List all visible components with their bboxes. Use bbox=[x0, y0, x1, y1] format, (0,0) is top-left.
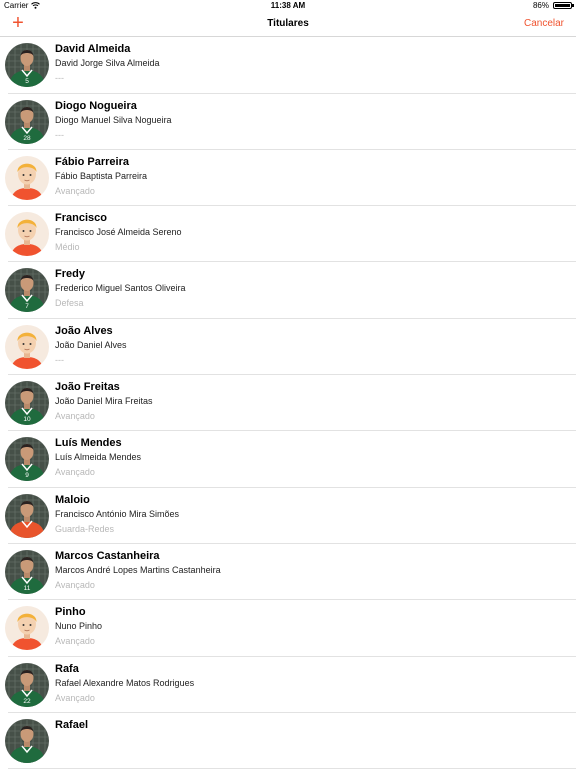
player-list: 15Cristiano Emanuel Pedroso PiresAvançad… bbox=[0, 0, 576, 769]
player-full-name: Frederico Miguel Santos Oliveira bbox=[55, 283, 186, 294]
svg-text:22: 22 bbox=[23, 698, 31, 705]
svg-text:11: 11 bbox=[24, 585, 31, 592]
svg-text:9: 9 bbox=[25, 472, 29, 479]
player-position: Avançado bbox=[55, 185, 95, 196]
player-photo: 5 bbox=[5, 43, 49, 88]
player-full-name: Francisco António Mira Simões bbox=[55, 508, 180, 519]
player-nickname: Fredy bbox=[55, 268, 85, 281]
player-full-name: Francisco José Almeida Sereno bbox=[55, 227, 182, 238]
player-full-name: David Jorge Silva Almeida bbox=[55, 58, 160, 69]
svg-text:10: 10 bbox=[23, 416, 31, 423]
player-full-name: João Daniel Mira Freitas bbox=[55, 396, 153, 407]
player-row[interactable]: 9 Luís Mendes Luís Almeida Mendes Avançado bbox=[0, 431, 576, 488]
player-row[interactable]: Francisco Francisco José Almeida Sereno Mé… bbox=[0, 206, 576, 263]
player-row[interactable]: 10 João Freitas João Daniel Mira Freitas Av… bbox=[0, 375, 576, 432]
player-nickname: Fábio Parreira bbox=[55, 155, 129, 168]
add-icon[interactable]: + bbox=[8, 13, 28, 34]
player-full-name: Luís Almeida Mendes bbox=[55, 452, 142, 463]
player-position: Avançado bbox=[55, 636, 95, 647]
player-position: --- bbox=[55, 354, 64, 365]
player-full-name: Nuno Pinho bbox=[55, 621, 103, 632]
player-photo: 28 bbox=[5, 99, 49, 144]
player-photo bbox=[5, 718, 49, 763]
player-position: --- bbox=[55, 73, 64, 84]
page-title: Titulares bbox=[267, 18, 309, 29]
player-row[interactable]: Fábio Parreira Fábio Baptista Parreira Ava… bbox=[0, 150, 576, 207]
player-row[interactable]: Rafael bbox=[0, 713, 576, 769]
player-nickname: Diogo Nogueira bbox=[55, 99, 137, 112]
status-bar: Carrier 11:38 AM 86% bbox=[0, 0, 576, 12]
player-row[interactable]: Pinho Nuno Pinho Avançado bbox=[0, 600, 576, 657]
player-photo: 7 bbox=[5, 268, 49, 313]
default-avatar-icon bbox=[5, 324, 49, 369]
player-full-name: Fábio Baptista Parreira bbox=[55, 170, 148, 181]
battery-group: 86% bbox=[532, 1, 574, 10]
player-nickname: Rafa bbox=[55, 662, 79, 675]
player-row[interactable]: 5 David Almeida David Jorge Silva Almeida -… bbox=[0, 37, 576, 94]
battery-percent: 86% bbox=[532, 1, 549, 10]
player-row[interactable]: 22 Rafa Rafael Alexandre Matos Rodrigues Av… bbox=[0, 657, 576, 713]
player-row[interactable]: 11 Marcos Castanheira Marcos André Lopes M… bbox=[0, 544, 576, 601]
player-photo: 10 bbox=[5, 381, 49, 426]
svg-text:28: 28 bbox=[23, 135, 31, 142]
navigation-bar: + Titulares Cancelar bbox=[0, 12, 576, 37]
player-photo: 22 bbox=[5, 662, 49, 707]
battery-icon bbox=[553, 2, 574, 9]
player-position: Guarda-Redes bbox=[55, 523, 115, 534]
player-position: Avançado bbox=[55, 692, 95, 703]
goalkeeper-photo bbox=[5, 493, 49, 538]
player-nickname: João Freitas bbox=[55, 381, 120, 394]
player-photo: 9 bbox=[5, 437, 49, 482]
default-avatar-icon bbox=[5, 212, 49, 257]
svg-text:5: 5 bbox=[25, 78, 29, 85]
player-nickname: Francisco bbox=[55, 212, 107, 225]
player-full-name: João Daniel Alves bbox=[55, 339, 127, 350]
player-position: Avançado bbox=[55, 411, 95, 422]
default-avatar-icon bbox=[5, 606, 49, 651]
player-nickname: David Almeida bbox=[55, 43, 131, 56]
player-nickname: Marcos Castanheira bbox=[55, 549, 160, 562]
player-row[interactable]: 28 Diogo Nogueira Diogo Manuel Silva Nogue… bbox=[0, 94, 576, 150]
default-avatar-icon bbox=[5, 155, 49, 200]
player-position: Avançado bbox=[55, 467, 95, 478]
player-nickname: Luís Mendes bbox=[55, 437, 122, 450]
player-position: --- bbox=[55, 129, 64, 140]
player-full-name: Rafael Alexandre Matos Rodrigues bbox=[55, 677, 195, 688]
player-position: Avançado bbox=[55, 579, 95, 590]
player-nickname: João Alves bbox=[55, 324, 113, 337]
player-position: Defesa bbox=[55, 298, 84, 309]
player-nickname: Pinho bbox=[55, 606, 86, 619]
svg-text:7: 7 bbox=[25, 303, 29, 310]
player-full-name: Marcos André Lopes Martins Castanheira bbox=[55, 564, 221, 575]
player-position: Médio bbox=[55, 242, 80, 253]
player-full-name: Diogo Manuel Silva Nogueira bbox=[55, 114, 172, 125]
clock: 11:38 AM bbox=[270, 1, 306, 10]
player-photo: 11 bbox=[5, 549, 49, 594]
cancel-button[interactable]: Cancelar bbox=[524, 18, 564, 29]
player-row[interactable]: 7 Fredy Frederico Miguel Santos Oliveira De… bbox=[0, 262, 576, 319]
player-nickname: Maloio bbox=[55, 493, 90, 506]
player-row[interactable]: João Alves João Daniel Alves --- bbox=[0, 319, 576, 376]
player-row[interactable]: Maloio Francisco António Mira Simões Guard… bbox=[0, 488, 576, 544]
player-nickname: Rafael bbox=[55, 718, 89, 731]
